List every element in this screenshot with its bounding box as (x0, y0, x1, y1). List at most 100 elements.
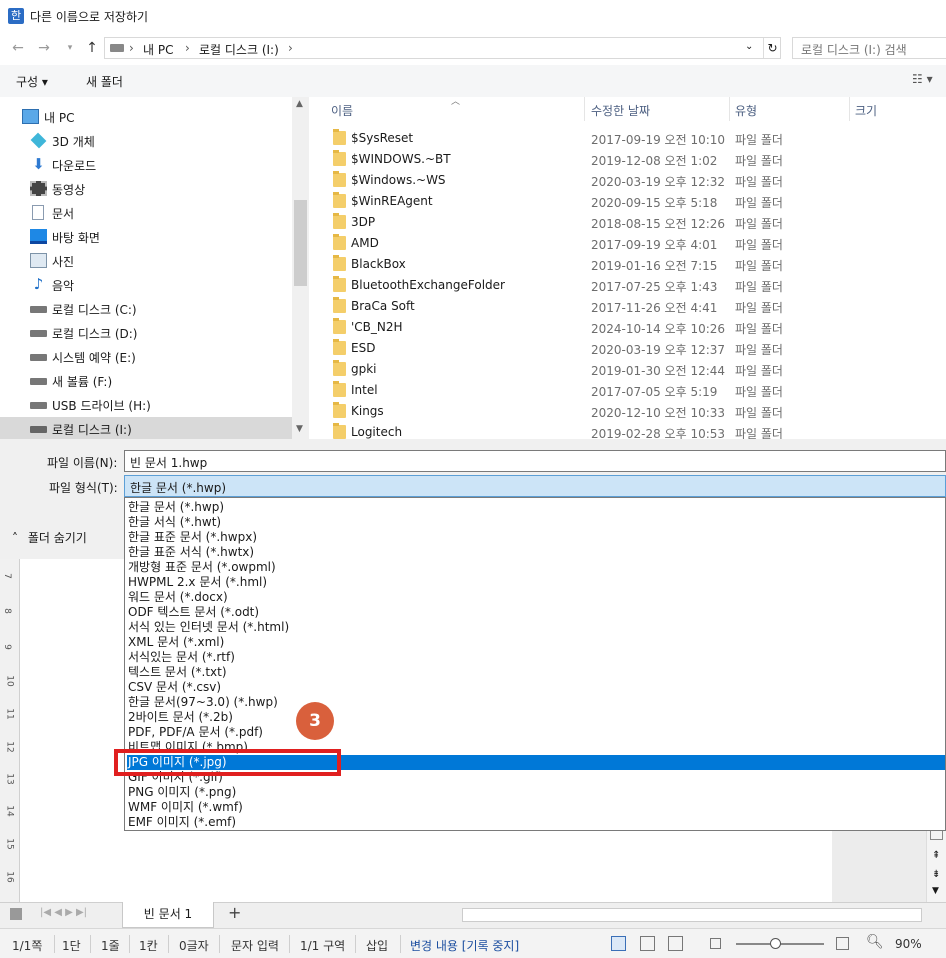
magnifier-icon[interactable]: 🔍︎ (866, 934, 884, 950)
file-row[interactable]: Kings 2020-12-10 오전 10:33 파일 폴더 (309, 401, 946, 422)
file-row[interactable]: Logitech 2019-02-28 오후 10:53 파일 폴더 (309, 422, 946, 439)
highlight-box (114, 749, 341, 776)
add-tab-button[interactable]: + (228, 903, 241, 922)
address-bar[interactable]: › 내 PC › 로컬 디스크 (I:) › ⌄ ↻ (104, 37, 781, 59)
drive-icon (30, 378, 47, 385)
filetype-option[interactable]: 한글 문서 (*.hwp) (127, 500, 945, 515)
nav-item-documents[interactable]: 문서 (0, 201, 292, 225)
file-row[interactable]: BluetoothExchangeFolder 2017-07-25 오후 1:4… (309, 275, 946, 296)
address-dropdown-icon[interactable]: ⌄ (745, 41, 753, 52)
column-header-date[interactable]: 수정한 날짜 (591, 102, 650, 119)
page-down-icon[interactable]: ⇟ (932, 869, 940, 880)
file-row[interactable]: ESD 2020-03-19 오후 12:37 파일 폴더 (309, 338, 946, 359)
filetype-option[interactable]: HWPML 2.x 문서 (*.hml) (127, 575, 945, 590)
filetype-option[interactable]: 2바이트 문서 (*.2b) (127, 710, 945, 725)
nav-item-3d-objects[interactable]: 3D 개체 (0, 129, 292, 153)
column-divider[interactable] (584, 97, 585, 121)
nav-item-drive-i[interactable]: 로컬 디스크 (I:) (0, 417, 292, 439)
tab-navigation-icons[interactable]: |◀ ◀ ▶ ▶| (40, 907, 87, 918)
filetype-option[interactable]: 한글 표준 서식 (*.hwtx) (127, 545, 945, 560)
organize-button[interactable]: 구성 ▾ (16, 73, 48, 90)
filetype-option[interactable]: WMF 이미지 (*.wmf) (127, 800, 945, 815)
refresh-icon[interactable]: ↻ (763, 38, 781, 58)
column-header-name[interactable]: 이름 (331, 102, 353, 119)
normal-view-icon[interactable] (611, 936, 626, 951)
page-view-icon[interactable] (668, 936, 683, 951)
forward-arrow-icon[interactable]: → (34, 38, 54, 58)
nav-label: 사진 (52, 255, 75, 269)
filetype-option[interactable]: 워드 문서 (*.docx) (127, 590, 945, 605)
tab-document-1[interactable]: 빈 문서 1 (122, 902, 214, 928)
file-row[interactable]: $Windows.~WS 2020-03-19 오후 12:32 파일 폴더 (309, 170, 946, 191)
filetype-option[interactable]: 서식있는 문서 (*.rtf) (127, 650, 945, 665)
filetype-option[interactable]: 텍스트 문서 (*.txt) (127, 665, 945, 680)
nav-scroll-thumb[interactable] (294, 200, 307, 286)
file-row[interactable]: 'CB_N2H 2024-10-14 오후 10:26 파일 폴더 (309, 317, 946, 338)
memo-icon[interactable] (10, 908, 22, 920)
filetype-option[interactable]: PDF, PDF/A 문서 (*.pdf) (127, 725, 945, 740)
file-row[interactable]: Intel 2017-07-05 오후 5:19 파일 폴더 (309, 380, 946, 401)
column-divider[interactable] (849, 97, 850, 121)
new-folder-button[interactable]: 새 폴더 (86, 73, 123, 90)
full-width-view-icon[interactable] (640, 936, 655, 951)
nav-item-drive-e[interactable]: 시스템 예약 (E:) (0, 345, 292, 369)
breadcrumb-pc[interactable]: 내 PC (143, 41, 173, 58)
back-arrow-icon[interactable]: ← (8, 38, 28, 58)
file-row[interactable]: BraCa Soft 2017-11-26 오전 4:41 파일 폴더 (309, 296, 946, 317)
file-type: 파일 폴더 (735, 322, 783, 336)
column-header-size[interactable]: 크기 (855, 102, 877, 119)
scroll-up-icon[interactable]: ▲ (296, 99, 303, 109)
recent-chevron-icon[interactable]: ▾ (60, 38, 80, 58)
nav-item-pictures[interactable]: 사진 (0, 249, 292, 273)
filetype-option[interactable]: 한글 표준 문서 (*.hwpx) (127, 530, 945, 545)
scroll-down-icon[interactable]: ▼ (296, 424, 303, 434)
nav-item-this-pc[interactable]: 내 PC (0, 105, 292, 129)
nav-item-drive-h[interactable]: USB 드라이브 (H:) (0, 393, 292, 417)
filetype-option[interactable]: PNG 이미지 (*.png) (127, 785, 945, 800)
page-up-icon[interactable]: ⇞ (932, 850, 940, 861)
filetype-option[interactable]: EMF 이미지 (*.emf) (127, 815, 945, 830)
status-track-changes[interactable]: 변경 내용 [기록 중지] (410, 937, 519, 954)
filetype-option[interactable]: 서식 있는 인터넷 문서 (*.html) (127, 620, 945, 635)
filetype-select[interactable]: 한글 문서 (*.hwp) (124, 475, 946, 497)
zoom-slider-thumb[interactable] (770, 938, 781, 949)
nav-item-drive-d[interactable]: 로컬 디스크 (D:) (0, 321, 292, 345)
zoom-level[interactable]: 90% (895, 937, 922, 951)
nav-item-drive-c[interactable]: 로컬 디스크 (C:) (0, 297, 292, 321)
nav-item-videos[interactable]: 동영상 (0, 177, 292, 201)
file-row[interactable]: $WINDOWS.~BT 2019-12-08 오전 1:02 파일 폴더 (309, 149, 946, 170)
filetype-option[interactable]: CSV 문서 (*.csv) (127, 680, 945, 695)
hide-folders-button[interactable]: ˄ 폴더 숨기기 (12, 529, 87, 546)
filename-input[interactable]: 빈 문서 1.hwp (124, 450, 946, 472)
nav-item-desktop[interactable]: 바탕 화면 (0, 225, 292, 249)
file-row[interactable]: $WinREAgent 2020-09-15 오후 5:18 파일 폴더 (309, 191, 946, 212)
nav-item-downloads[interactable]: ⬇ 다운로드 (0, 153, 292, 177)
file-row[interactable]: 3DP 2018-08-15 오전 12:26 파일 폴더 (309, 212, 946, 233)
status-insert-mode[interactable]: 삽입 (366, 937, 388, 954)
up-arrow-icon[interactable]: ↑ (82, 38, 102, 58)
file-row[interactable]: gpki 2019-01-30 오전 12:44 파일 폴더 (309, 359, 946, 380)
scroll-down-icon[interactable]: ▼ (932, 886, 939, 896)
nav-item-music[interactable]: ♪ 음악 (0, 273, 292, 297)
breadcrumb-drive[interactable]: 로컬 디스크 (I:) (199, 41, 279, 58)
file-row[interactable]: AMD 2017-09-19 오후 4:01 파일 폴더 (309, 233, 946, 254)
status-page[interactable]: 1/1쪽 (12, 937, 42, 954)
horizontal-scrollbar[interactable] (462, 908, 922, 922)
filetype-option[interactable]: 한글 서식 (*.hwt) (127, 515, 945, 530)
search-input[interactable]: 로컬 디스크 (I:) 검색 (792, 37, 946, 59)
filetype-option[interactable]: XML 문서 (*.xml) (127, 635, 945, 650)
drive-icon (30, 306, 47, 313)
view-options-icon[interactable]: ☷ ▾ (912, 72, 933, 86)
filetype-option[interactable]: 개방형 표준 문서 (*.owpml) (127, 560, 945, 575)
filetype-option[interactable]: 한글 문서(97~3.0) (*.hwp) (127, 695, 945, 710)
zoom-in-icon[interactable] (836, 937, 849, 950)
filetype-option[interactable]: ODF 텍스트 문서 (*.odt) (127, 605, 945, 620)
file-date: 2024-10-14 오후 10:26 (591, 322, 726, 336)
column-divider[interactable] (729, 97, 730, 121)
zoom-out-icon[interactable] (710, 938, 721, 949)
file-row[interactable]: $SysReset 2017-09-19 오전 10:10 파일 폴더 (309, 128, 946, 149)
file-row[interactable]: BlackBox 2019-01-16 오전 7:15 파일 폴더 (309, 254, 946, 275)
nav-item-drive-f[interactable]: 새 볼륨 (F:) (0, 369, 292, 393)
column-header-type[interactable]: 유형 (735, 102, 757, 119)
status-input-mode[interactable]: 문자 입력 (231, 937, 279, 954)
